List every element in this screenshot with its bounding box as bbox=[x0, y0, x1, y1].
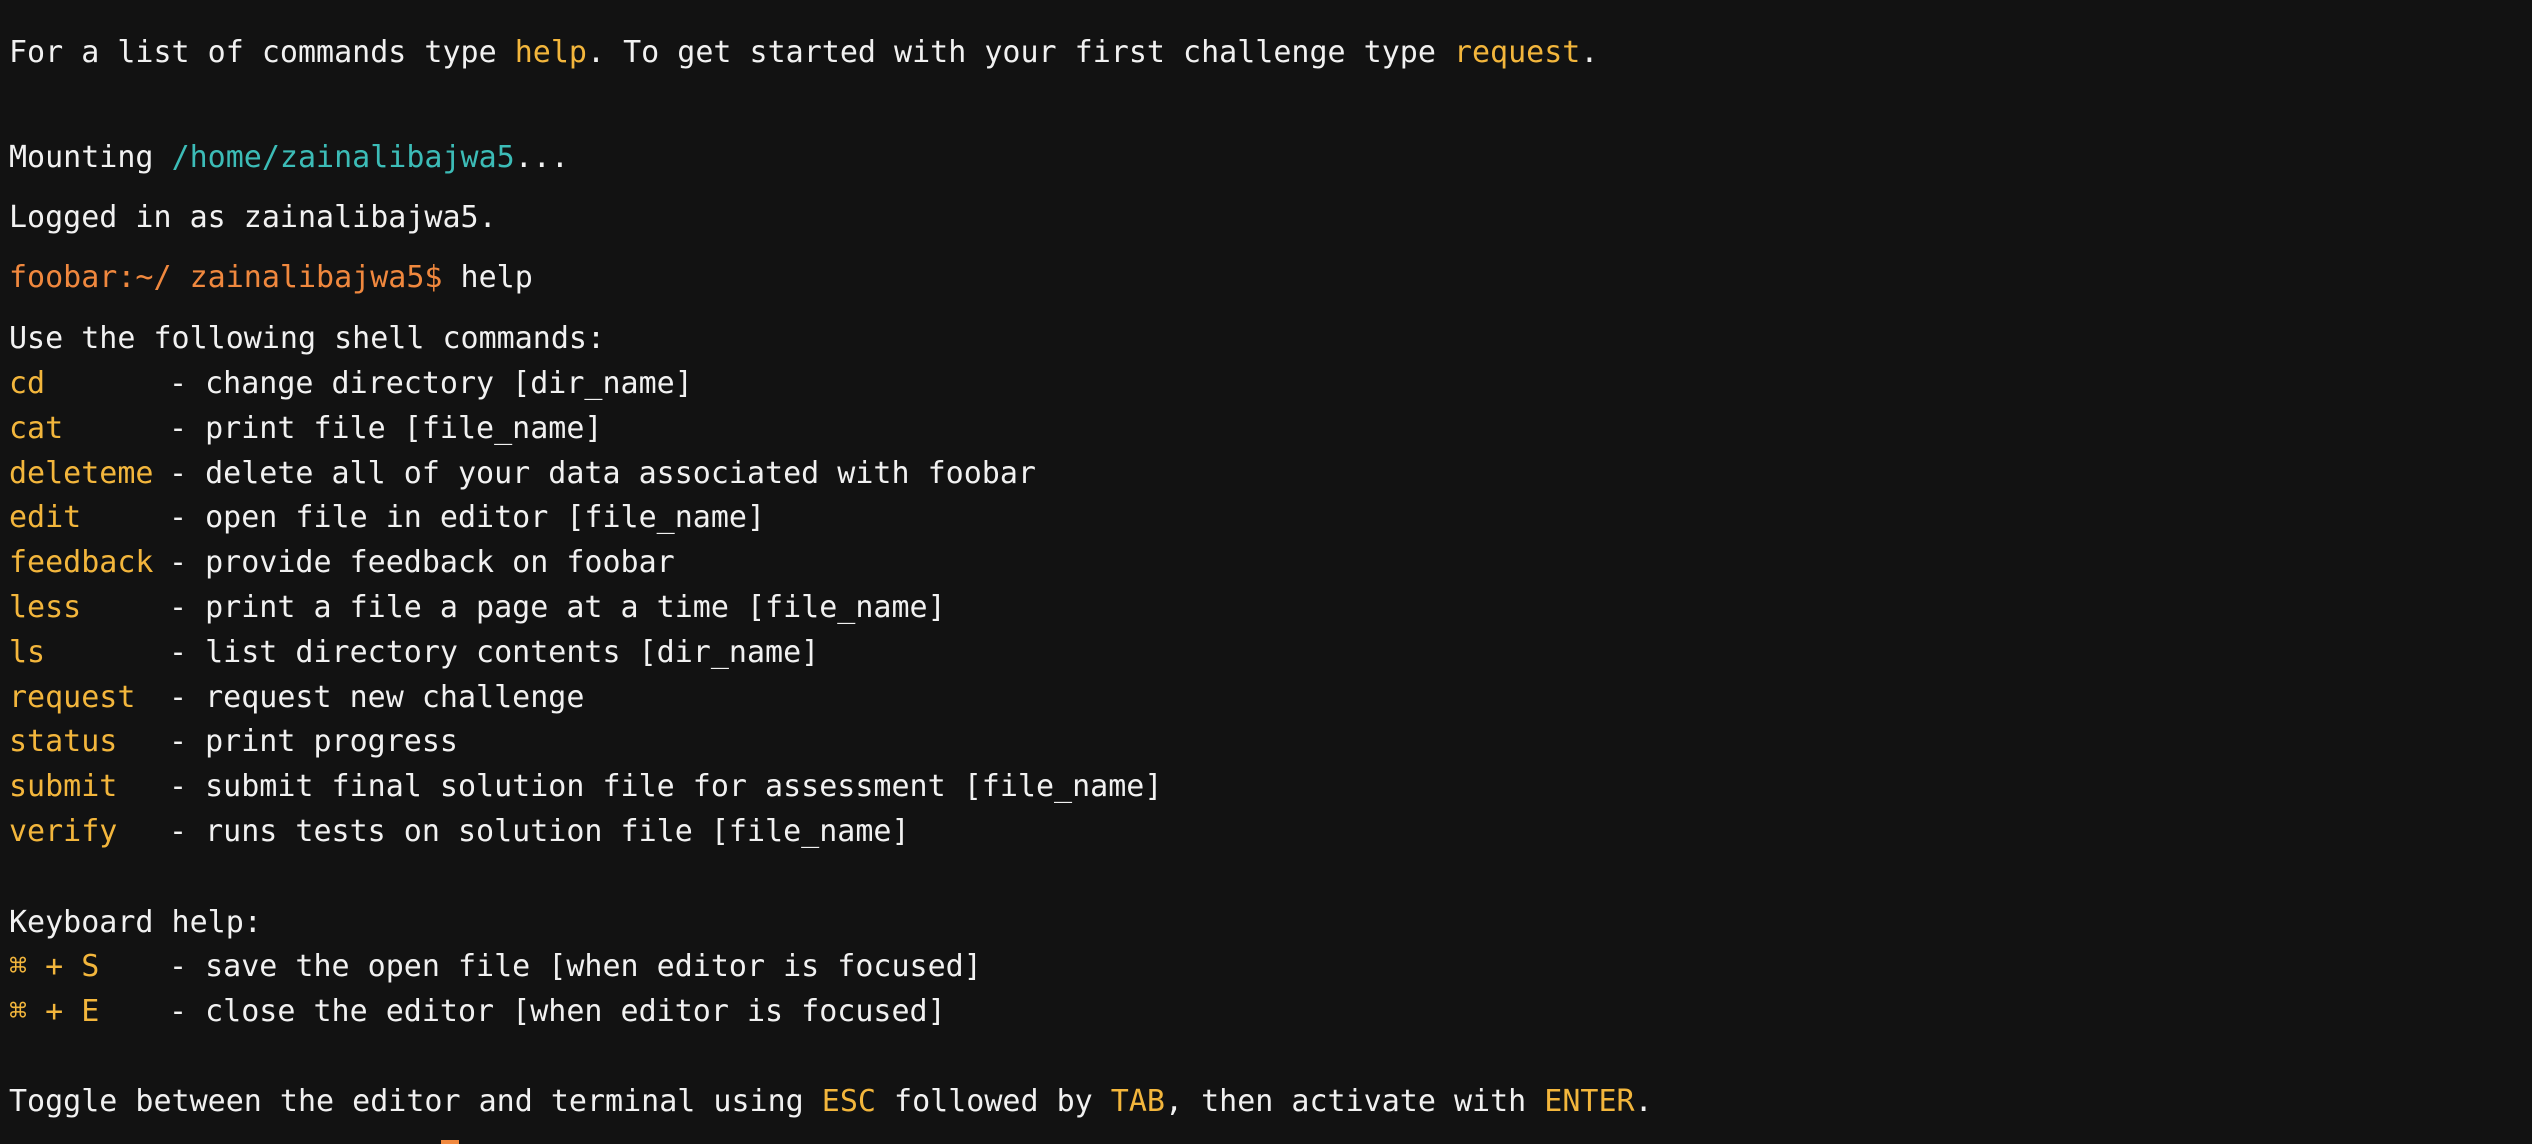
mount-path: /home/zainalibajwa5 bbox=[171, 140, 515, 175]
shortcut-keys: ⌘ + S bbox=[9, 949, 100, 984]
command-row-cd: cd - change directory [dir_name] bbox=[9, 364, 693, 404]
shortcut-description: - save the open file [when editor is foc… bbox=[169, 949, 982, 984]
command-name: request bbox=[9, 679, 136, 715]
command-description: - print progress bbox=[169, 724, 458, 760]
command-row-submit: submit - submit final solution file for a… bbox=[9, 767, 1162, 807]
shortcut-keys: ⌘ + E bbox=[9, 994, 100, 1029]
mount-line: Mounting /home/zainalibajwa5... bbox=[9, 138, 569, 178]
command-description: - delete all of your data associated wit… bbox=[169, 455, 1036, 491]
enter-key-highlight: ENTER bbox=[1544, 1084, 1635, 1119]
command-name: status bbox=[9, 724, 118, 760]
command-description: - request new challenge bbox=[169, 679, 585, 715]
command-name: verify bbox=[9, 814, 118, 849]
shell-commands-header: Use the following shell commands: bbox=[9, 321, 606, 356]
command-row-edit: edit - open file in editor [file_name] bbox=[9, 498, 765, 538]
login-line: Logged in as zainalibajwa5. bbox=[9, 200, 497, 235]
command-name: feedback bbox=[9, 545, 154, 581]
command-name: edit bbox=[9, 500, 82, 536]
mount-suffix: ... bbox=[514, 140, 569, 175]
command-name: deleteme bbox=[9, 455, 154, 491]
keyboard-shortcut-row: ⌘ + E - close the editor [when editor is … bbox=[9, 992, 946, 1032]
intro-text: For a list of commands type bbox=[9, 35, 515, 70]
command-row-ls: ls - list directory contents [dir_name] bbox=[9, 633, 819, 673]
intro-text: . bbox=[1580, 35, 1599, 70]
command-name: submit bbox=[9, 769, 118, 805]
keyboard-shortcut-row: ⌘ + S - save the open file [when editor i… bbox=[9, 947, 982, 987]
command-name: cd bbox=[9, 366, 46, 401]
command-description: - submit final solution file for assessm… bbox=[169, 769, 1163, 805]
intro-line: For a list of commands type help. To get… bbox=[9, 33, 1598, 73]
command-description: - provide feedback on foobar bbox=[169, 545, 675, 581]
request-command-highlight: request bbox=[1453, 35, 1581, 70]
toggle-text: , then activate with bbox=[1164, 1084, 1545, 1119]
shortcut-description: - close the editor [when editor is focus… bbox=[169, 994, 946, 1029]
command-name: less bbox=[9, 590, 82, 625]
command-description: - print a file a page at a time [file_na… bbox=[169, 590, 946, 625]
command-row-deleteme: deleteme - delete all of your data associ… bbox=[9, 454, 1036, 494]
toggle-text: Toggle between the editor and terminal u… bbox=[9, 1084, 822, 1119]
toggle-line: Toggle between the editor and terminal u… bbox=[9, 1082, 1653, 1122]
command-name: cat bbox=[9, 410, 64, 446]
help-command-highlight: help bbox=[514, 35, 587, 70]
terminal-output[interactable]: For a list of commands type help. To get… bbox=[9, 0, 2523, 1144]
command-name: ls bbox=[9, 634, 46, 670]
keyboard-help-header: Keyboard help: bbox=[9, 905, 262, 940]
command-row-request: request - request new challenge bbox=[9, 678, 584, 718]
command-row-less: less - print a file a page at a time [fil… bbox=[9, 588, 946, 628]
mount-prefix: Mounting bbox=[9, 140, 172, 175]
prompt-line: foobar:~/ zainalibajwa5$ help bbox=[9, 258, 533, 298]
command-row-cat: cat - print file [file_name] bbox=[9, 409, 602, 449]
intro-text: . To get started with your first challen… bbox=[586, 35, 1454, 70]
command-description: - runs tests on solution file [file_name… bbox=[169, 814, 910, 849]
toggle-text: . bbox=[1634, 1084, 1653, 1119]
terminal-cursor bbox=[441, 1140, 459, 1144]
command-description: - change directory [dir_name] bbox=[169, 366, 693, 401]
esc-key-highlight: ESC bbox=[821, 1084, 876, 1119]
command-row-feedback: feedback - provide feedback on foobar bbox=[9, 543, 675, 583]
shell-prompt: foobar:~/ zainalibajwa5$ bbox=[9, 260, 443, 295]
tab-key-highlight: TAB bbox=[1110, 1084, 1165, 1119]
toggle-text: followed by bbox=[875, 1084, 1111, 1119]
command-description: - open file in editor [file_name] bbox=[169, 500, 766, 536]
command-row-verify: verify - runs tests on solution file [fil… bbox=[9, 812, 910, 852]
command-description: - print file [file_name] bbox=[169, 410, 603, 446]
command-row-status: status - print progress bbox=[9, 722, 458, 762]
command-description: - list directory contents [dir_name] bbox=[169, 634, 820, 670]
prompt-input: help bbox=[442, 260, 533, 295]
